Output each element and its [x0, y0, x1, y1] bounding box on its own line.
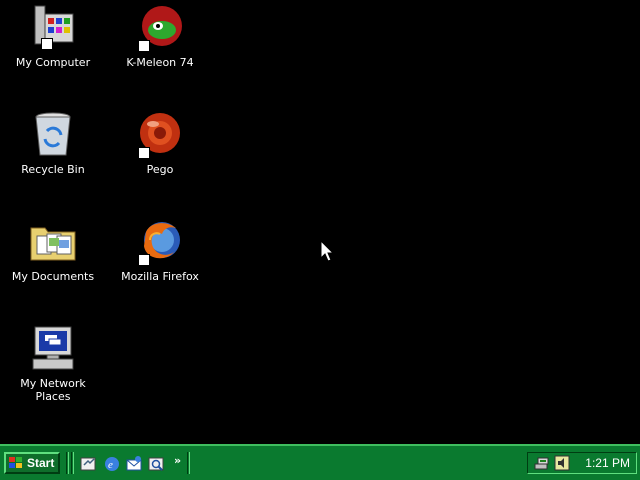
- my-documents-icon: [29, 218, 77, 266]
- desktop-icon-label: Pego: [146, 163, 174, 176]
- taskbar-separator: [71, 452, 74, 474]
- taskbar-separator: [66, 452, 69, 474]
- clock[interactable]: 1:21 PM: [585, 456, 630, 470]
- desktop-icon-label: K-Meleon 74: [126, 56, 194, 69]
- desktop-icon-label: My Network Places: [20, 377, 86, 403]
- search-icon[interactable]: [148, 455, 166, 473]
- k-meleon-icon: [136, 4, 184, 52]
- start-label: Start: [27, 456, 55, 470]
- desktop-icon-label: My Documents: [11, 270, 95, 283]
- desktop-icon-my-computer[interactable]: My Computer: [5, 4, 101, 69]
- firefox-icon: [136, 218, 184, 266]
- shortcut-arrow-icon: [138, 254, 150, 266]
- desktop-icon-recycle-bin[interactable]: Recycle Bin: [5, 111, 101, 176]
- shortcut-arrow-icon: [41, 38, 53, 50]
- desktop-icon-k-meleon[interactable]: K-Meleon 74: [112, 4, 208, 69]
- taskbar: Start e » 1:21 PM: [0, 444, 640, 480]
- desktop-icon-label: Mozilla Firefox: [121, 270, 199, 283]
- my-computer-icon: [29, 4, 77, 52]
- desktop-icon-my-documents[interactable]: My Documents: [5, 218, 101, 283]
- windows-logo-icon: [9, 457, 22, 468]
- desktop-icon-my-network-places[interactable]: My Network Places: [5, 325, 101, 403]
- pego-icon: [136, 111, 184, 159]
- shortcut-arrow-icon: [138, 147, 150, 159]
- svg-text:e: e: [108, 459, 113, 471]
- recycle-bin-icon: [29, 111, 77, 159]
- my-network-places-icon: [29, 325, 77, 373]
- taskbar-separator: [187, 452, 190, 474]
- quick-launch-more-button[interactable]: »: [174, 454, 181, 467]
- mouse-cursor-icon: [320, 240, 334, 262]
- show-desktop-icon[interactable]: [80, 455, 98, 473]
- volume-icon[interactable]: [554, 455, 570, 471]
- shortcut-arrow-icon: [138, 40, 150, 52]
- network-icon[interactable]: [534, 455, 550, 471]
- desktop-icon-label: Recycle Bin: [21, 163, 85, 176]
- start-button[interactable]: Start: [4, 452, 60, 474]
- internet-explorer-icon[interactable]: e: [103, 455, 121, 473]
- outlook-express-icon[interactable]: [125, 455, 143, 473]
- desktop[interactable]: My Computer K-Meleon 74 Recycle Bin Pego…: [0, 0, 640, 444]
- desktop-icon-pego[interactable]: Pego: [112, 111, 208, 176]
- system-tray: 1:21 PM: [527, 452, 637, 474]
- desktop-icon-firefox[interactable]: Mozilla Firefox: [112, 218, 208, 283]
- desktop-icon-label: My Computer: [15, 56, 91, 69]
